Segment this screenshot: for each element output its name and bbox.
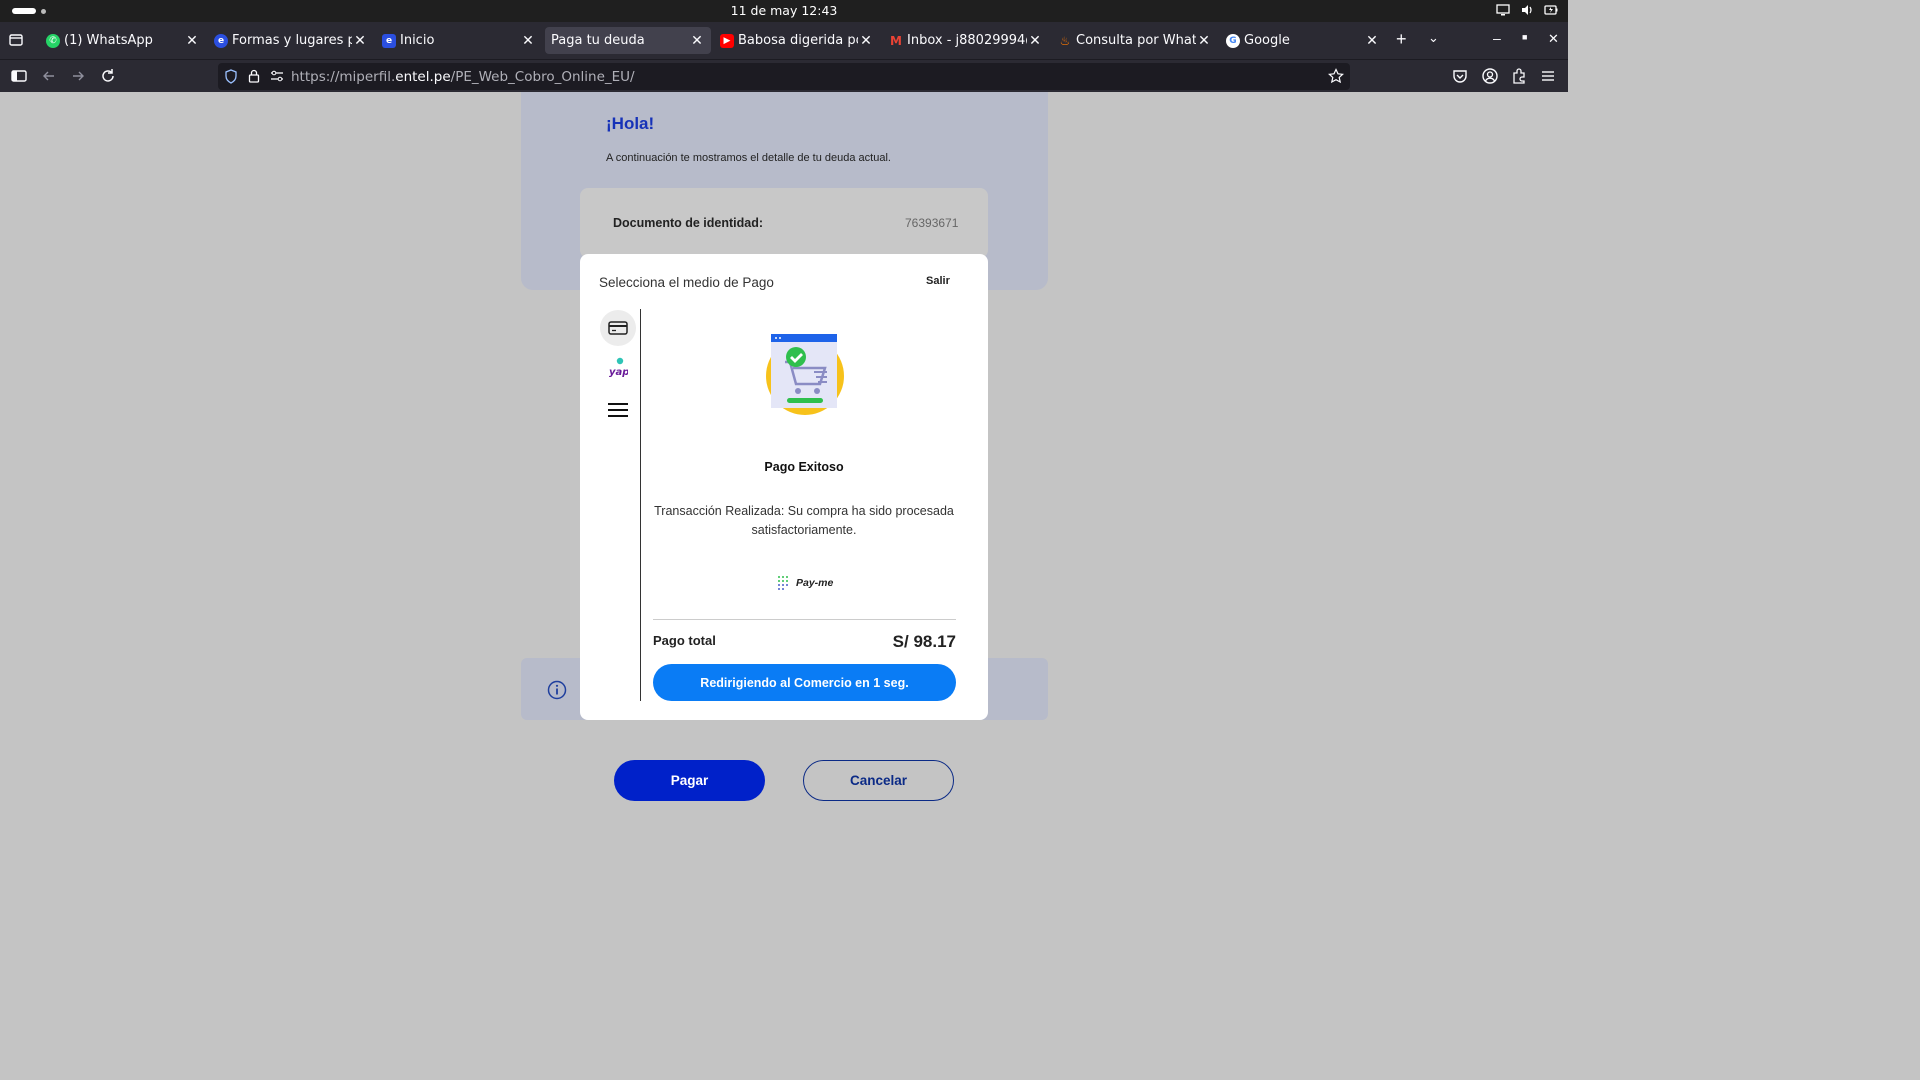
lock-icon[interactable] bbox=[248, 69, 260, 83]
browser-tab-bar: ✆ (1) WhatsApp ✕ e Formas y lugares para… bbox=[0, 22, 1568, 59]
system-clock[interactable]: 11 de may 12:43 bbox=[0, 3, 1568, 18]
more-options-menu-icon[interactable] bbox=[607, 402, 629, 418]
system-top-bar: 11 de may 12:43 bbox=[0, 0, 1568, 22]
payment-success-cart-icon bbox=[766, 334, 844, 415]
tab-formas-pago[interactable]: e Formas y lugares para pagar ✕ bbox=[208, 27, 374, 54]
pay-button[interactable]: Pagar bbox=[614, 760, 765, 801]
payment-method-modal: Selecciona el medio de Pago Salir yape P… bbox=[580, 254, 988, 720]
minimize-icon[interactable]: – bbox=[1493, 30, 1501, 46]
tab-inicio[interactable]: e Inicio ✕ bbox=[376, 27, 542, 54]
document-value: 76393671 bbox=[905, 216, 959, 230]
youtube-icon: ▶ bbox=[720, 33, 734, 48]
tab-title: (1) WhatsApp bbox=[64, 33, 153, 48]
tab-title: Formas y lugares para pagar bbox=[232, 33, 352, 48]
whatsapp-icon: ✆ bbox=[46, 33, 60, 48]
reload-icon[interactable] bbox=[99, 67, 117, 85]
tab-google[interactable]: G Google ✕ bbox=[1220, 27, 1386, 54]
tab-close-icon[interactable]: ✕ bbox=[1027, 33, 1043, 49]
gmail-icon: M bbox=[890, 33, 902, 48]
maximize-icon[interactable]: ■ bbox=[1522, 32, 1527, 42]
tab-title: Paga tu deuda bbox=[551, 33, 645, 48]
back-arrow-icon[interactable] bbox=[40, 67, 58, 85]
payme-logo: Pay-me bbox=[776, 574, 833, 592]
entel-e-icon: e bbox=[382, 33, 396, 48]
tracking-shield-icon[interactable] bbox=[224, 69, 238, 84]
tab-close-icon[interactable]: ✕ bbox=[858, 33, 874, 49]
battery-icon bbox=[1544, 5, 1558, 15]
extensions-icon[interactable] bbox=[1510, 67, 1528, 85]
pocket-icon[interactable] bbox=[1451, 67, 1469, 85]
url-path: /PE_Web_Cobro_Online_EU/ bbox=[450, 69, 635, 85]
new-tab-icon[interactable]: + bbox=[1396, 29, 1407, 50]
modal-title: Selecciona el medio de Pago bbox=[599, 275, 774, 290]
tab-close-icon[interactable]: ✕ bbox=[689, 33, 705, 49]
hamburger-menu-icon[interactable] bbox=[1539, 67, 1557, 85]
intro-text: A continuación te mostramos el detalle d… bbox=[606, 152, 891, 164]
tab-title: Consulta por WhatsApp bbox=[1076, 33, 1196, 48]
url-host: entel.pe bbox=[395, 69, 451, 85]
url-prefix: https://miperfil. bbox=[291, 69, 396, 85]
system-tray[interactable] bbox=[1496, 3, 1558, 17]
volume-icon bbox=[1522, 5, 1532, 15]
sidebar-divider bbox=[640, 309, 641, 701]
tab-consulta-whatsapp[interactable]: ♨ Consulta por WhatsApp ✕ bbox=[1052, 27, 1218, 54]
screen-share-icon bbox=[1496, 4, 1510, 16]
google-icon: G bbox=[1226, 33, 1240, 48]
exit-link[interactable]: Salir bbox=[926, 275, 950, 287]
permissions-icon[interactable] bbox=[270, 70, 284, 82]
window-close-icon[interactable]: ✕ bbox=[1548, 31, 1559, 47]
greeting-heading: ¡Hola! bbox=[606, 114, 655, 133]
cancel-button[interactable]: Cancelar bbox=[803, 760, 954, 801]
payment-option-card[interactable] bbox=[600, 310, 636, 346]
tab-close-icon[interactable]: ✕ bbox=[184, 33, 200, 49]
svg-text:yape: yape bbox=[609, 367, 628, 378]
bookmark-star-icon[interactable] bbox=[1328, 68, 1344, 84]
info-icon bbox=[547, 680, 567, 700]
document-label: Documento de identidad: bbox=[613, 216, 763, 230]
tab-close-icon[interactable]: ✕ bbox=[520, 33, 536, 49]
url-text[interactable]: https://miperfil.entel.pe/PE_Web_Cobro_O… bbox=[291, 69, 635, 85]
browser-nav-bar: https://miperfil.entel.pe/PE_Web_Cobro_O… bbox=[0, 59, 1568, 92]
sidebar-toggle-icon[interactable] bbox=[10, 67, 28, 85]
success-message: Transacción Realizada: Su compra ha sido… bbox=[654, 504, 954, 537]
success-title: Pago Exitoso bbox=[764, 460, 844, 474]
total-divider bbox=[653, 619, 956, 620]
flame-icon: ♨ bbox=[1059, 33, 1071, 48]
tab-title: Inicio bbox=[400, 33, 435, 48]
account-icon[interactable] bbox=[1481, 67, 1499, 85]
tab-whatsapp[interactable]: ✆ (1) WhatsApp ✕ bbox=[40, 27, 206, 54]
total-amount: S/ 98.17 bbox=[892, 632, 956, 651]
entel-e-icon: e bbox=[214, 33, 228, 48]
payme-dots-icon bbox=[778, 576, 788, 590]
tab-title: Inbox - j88029994@gm bbox=[907, 33, 1027, 48]
tab-gmail[interactable]: M Inbox - j88029994@gm ✕ bbox=[883, 27, 1049, 54]
tab-close-icon[interactable]: ✕ bbox=[352, 33, 368, 49]
tab-title: Google bbox=[1244, 33, 1290, 48]
tab-close-icon[interactable]: ✕ bbox=[1364, 33, 1380, 49]
tab-title: Babosa digerida por un bbox=[738, 33, 858, 48]
tab-list-chevron-down-icon[interactable]: ⌄ bbox=[1428, 30, 1439, 46]
forward-arrow-icon[interactable] bbox=[69, 67, 87, 85]
yape-logo-icon[interactable]: yape bbox=[608, 357, 628, 379]
firefox-view-icon[interactable] bbox=[8, 32, 24, 48]
total-label: Pago total bbox=[653, 633, 716, 648]
credit-card-icon bbox=[608, 321, 628, 335]
tab-paga-tu-deuda[interactable]: Paga tu deuda ✕ bbox=[545, 27, 711, 54]
url-bar[interactable]: https://miperfil.entel.pe/PE_Web_Cobro_O… bbox=[218, 63, 1350, 90]
redirect-button[interactable]: Redirigiendo al Comercio en 1 seg. bbox=[653, 664, 956, 701]
payme-label: Pay-me bbox=[796, 577, 834, 589]
tab-youtube[interactable]: ▶ Babosa digerida por un ✕ bbox=[714, 27, 880, 54]
tab-close-icon[interactable]: ✕ bbox=[1196, 33, 1212, 49]
